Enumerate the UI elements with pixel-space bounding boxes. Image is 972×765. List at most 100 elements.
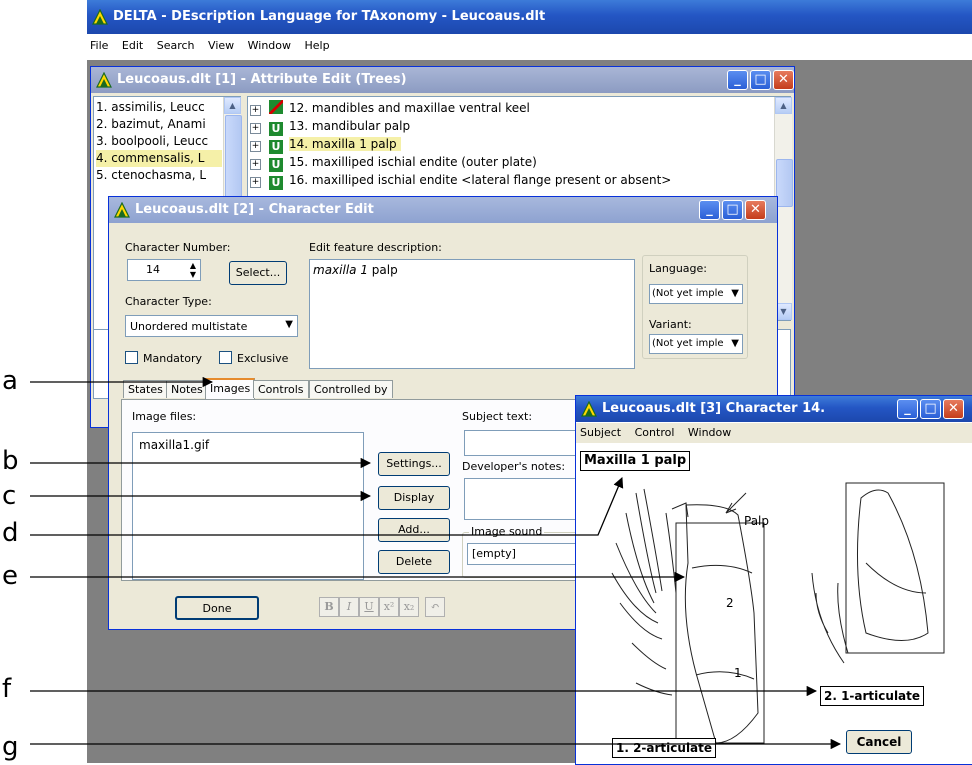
close-button[interactable]: ✕ [745, 200, 766, 220]
list-item[interactable]: 3. boolpooli, Leucc [96, 133, 208, 150]
callout-b: b [2, 446, 19, 476]
maximize-icon: □ [726, 202, 739, 217]
variant-select[interactable]: (Not yet imple ▼ [649, 334, 743, 354]
minimize-icon: _ [904, 401, 911, 416]
tab-controls[interactable]: Controls [253, 380, 309, 398]
menu-subject[interactable]: Subject [580, 426, 621, 439]
checkbox-icon[interactable] [125, 351, 138, 364]
display-button[interactable]: Display [378, 486, 450, 510]
dropdown-arrow-icon[interactable]: ▼ [285, 319, 293, 330]
delta-window-icon [96, 72, 112, 88]
tab-notes[interactable]: Notes [166, 380, 208, 398]
tab-states[interactable]: States [123, 380, 168, 398]
list-item[interactable]: 1. assimilis, Leucc [96, 99, 205, 116]
dropdown-arrow-icon[interactable]: ▼ [731, 285, 739, 303]
italic-button[interactable]: I [339, 597, 359, 617]
language-group: Language: (Not yet imple ▼ Variant: (Not… [642, 255, 748, 359]
close-button[interactable]: ✕ [773, 70, 794, 90]
add-button[interactable]: Add... [378, 518, 450, 542]
excluded-badge-icon [269, 100, 283, 114]
delta-window-icon [114, 202, 130, 218]
main-menubar: File Edit Search View Window Help [90, 37, 340, 55]
image-window-title-bar[interactable]: Leucoaus.dlt [3] Character 14. _ □ ✕ [576, 396, 972, 422]
dropdown-arrow-icon[interactable]: ▼ [731, 335, 739, 353]
underline-button[interactable]: U [359, 597, 379, 617]
maximize-icon: □ [924, 401, 937, 416]
close-button[interactable]: ✕ [943, 399, 964, 419]
unknown-badge-icon: U [269, 140, 283, 154]
expand-icon[interactable]: + [250, 105, 261, 116]
attribute-edit-title-bar[interactable]: Leucoaus.dlt [1] - Attribute Edit (Trees… [91, 67, 794, 93]
minimize-button[interactable]: _ [699, 200, 720, 220]
cancel-button[interactable]: Cancel [846, 730, 912, 754]
callout-d: d [2, 518, 19, 548]
list-item[interactable]: 5. ctenochasma, L [96, 167, 206, 184]
menu-help[interactable]: Help [305, 39, 330, 52]
menu-control[interactable]: Control [635, 426, 675, 439]
state-1-label[interactable]: 1. 2-articulate [612, 738, 717, 758]
char-number-spinner[interactable]: 14 ▲ ▼ [127, 259, 201, 281]
checkbox-icon[interactable] [219, 351, 232, 364]
image-sound-field[interactable]: [empty] [467, 543, 579, 565]
feature-description-field[interactable]: maxilla 1 palp [309, 259, 635, 369]
subscript-button[interactable]: x₂ [399, 597, 419, 617]
segment-2-label: 2 [726, 596, 734, 610]
menu-search[interactable]: Search [157, 39, 195, 52]
language-select[interactable]: (Not yet imple ▼ [649, 284, 743, 304]
unknown-badge-icon: U [269, 158, 283, 172]
scroll-up-arrow-icon[interactable]: ▲ [224, 97, 241, 114]
settings-button[interactable]: Settings... [378, 452, 450, 476]
maximize-button[interactable]: □ [722, 200, 743, 220]
list-item[interactable]: maxilla1.gif [139, 437, 209, 454]
tree-item[interactable]: +12. mandibles and maxillae ventral keel [250, 99, 530, 117]
expand-icon[interactable]: + [250, 177, 261, 188]
callout-e: e [2, 561, 18, 591]
image-files-label: Image files: [132, 410, 197, 423]
list-item[interactable]: 2. bazimut, Anami [96, 116, 206, 133]
scroll-up-arrow-icon[interactable]: ▲ [775, 97, 792, 114]
undo-button[interactable]: ↶ [425, 597, 445, 617]
delete-button[interactable]: Delete [378, 550, 450, 574]
developer-notes-field[interactable] [464, 478, 584, 520]
image-sound-group: Image sound [empty] [462, 525, 586, 578]
spinner-arrows-icon[interactable]: ▲ ▼ [190, 261, 196, 279]
main-title-bar: DELTA - DEscription Language for TAxonom… [87, 0, 972, 34]
maximize-icon: □ [754, 72, 767, 87]
scroll-thumb[interactable] [776, 159, 793, 207]
bold-button[interactable]: B [319, 597, 339, 617]
menu-edit[interactable]: Edit [122, 39, 143, 52]
expand-icon[interactable]: + [250, 159, 261, 170]
main-window: DELTA - DEscription Language for TAxonom… [87, 0, 972, 60]
exclusive-checkbox[interactable]: Exclusive [219, 351, 288, 365]
image-files-list[interactable]: maxilla1.gif [132, 432, 364, 580]
tab-images[interactable]: Images [205, 378, 256, 399]
minimize-button[interactable]: _ [727, 70, 748, 90]
expand-icon[interactable]: + [250, 141, 261, 152]
mandatory-checkbox[interactable]: Mandatory [125, 351, 202, 365]
subject-text-field[interactable] [464, 430, 584, 456]
list-item-selected[interactable]: 4. commensalis, L [96, 150, 222, 167]
menu-window[interactable]: Window [248, 39, 291, 52]
maximize-button[interactable]: □ [920, 399, 941, 419]
minimize-button[interactable]: _ [897, 399, 918, 419]
done-button[interactable]: Done [175, 596, 259, 620]
menu-view[interactable]: View [208, 39, 234, 52]
superscript-button[interactable]: x² [379, 597, 399, 617]
select-button[interactable]: Select... [229, 261, 287, 285]
menu-file[interactable]: File [90, 39, 108, 52]
tree-item[interactable]: + U 16. maxilliped ischial endite <lateral… [250, 171, 671, 190]
tree-item[interactable]: + U 13. mandibular palp [250, 117, 410, 136]
maximize-button[interactable]: □ [750, 70, 771, 90]
callout-c: c [2, 481, 17, 511]
expand-icon[interactable]: + [250, 123, 261, 134]
main-title-text: DELTA - DEscription Language for TAxonom… [113, 9, 546, 24]
tree-item-selected[interactable]: + U 14. maxilla 1 palp [250, 135, 401, 154]
char-type-select[interactable]: Unordered multistate ▼ [125, 315, 298, 337]
tree-item[interactable]: + U 15. maxilliped ischial endite (outer p… [250, 153, 537, 172]
menu-window[interactable]: Window [688, 426, 731, 439]
tab-controlled-by[interactable]: Controlled by [309, 380, 393, 398]
character-edit-title-bar[interactable]: Leucoaus.dlt [2] - Character Edit _ □ ✕ [109, 197, 777, 223]
state-2-label[interactable]: 2. 1-articulate [820, 686, 925, 706]
unknown-badge-icon: U [269, 122, 283, 136]
image-window-title: Leucoaus.dlt [3] Character 14. [602, 401, 826, 416]
